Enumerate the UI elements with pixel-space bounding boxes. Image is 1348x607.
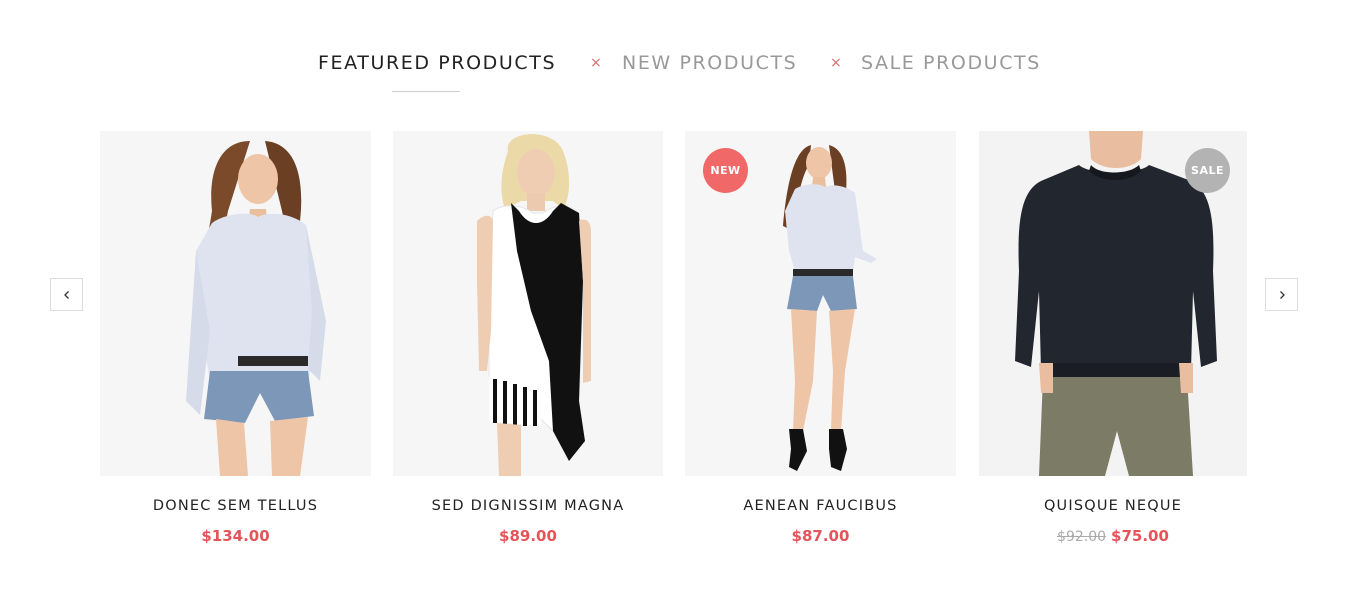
product-tabs: FEATURED PRODUCTS × NEW PRODUCTS × SALE … [0, 50, 1348, 80]
badge-label: NEW [710, 164, 741, 177]
product-image[interactable] [100, 131, 371, 476]
badge-label: SALE [1191, 164, 1224, 177]
product-price: $75.00 [1111, 527, 1169, 545]
tab-new-products[interactable]: NEW PRODUCTS [622, 50, 797, 76]
tab-featured-products[interactable]: FEATURED PRODUCTS [318, 50, 556, 76]
product-price-row: $134.00 [100, 527, 371, 545]
product-price: $87.00 [791, 527, 850, 545]
product-price: $89.00 [499, 527, 557, 545]
sale-badge: SALE [1185, 148, 1230, 193]
product-price-row: $92.00 $75.00 [979, 527, 1247, 545]
tab-sale-products[interactable]: SALE PRODUCTS [861, 50, 1041, 76]
product-name[interactable]: QUISQUE NEQUE [979, 498, 1247, 514]
product-price: $134.00 [201, 527, 270, 545]
product-image[interactable] [393, 131, 663, 476]
product-price-row: $89.00 [393, 527, 663, 545]
product-old-price: $92.00 [1057, 529, 1107, 545]
carousel-next-button[interactable] [1265, 278, 1298, 311]
product-name[interactable]: SED DIGNISSIM MAGNA [393, 498, 663, 514]
tab-separator-icon: × [830, 55, 842, 71]
tab-separator-icon: × [590, 55, 602, 71]
product-name[interactable]: AENEAN FAUCIBUS [685, 498, 956, 514]
active-tab-underline [392, 91, 460, 92]
chevron-left-icon [64, 291, 69, 299]
new-badge: NEW [703, 148, 748, 193]
product-price-row: $87.00 [685, 527, 956, 545]
chevron-right-icon [1280, 291, 1285, 299]
product-name[interactable]: DONEC SEM TELLUS [100, 498, 371, 514]
carousel-prev-button[interactable] [50, 278, 83, 311]
